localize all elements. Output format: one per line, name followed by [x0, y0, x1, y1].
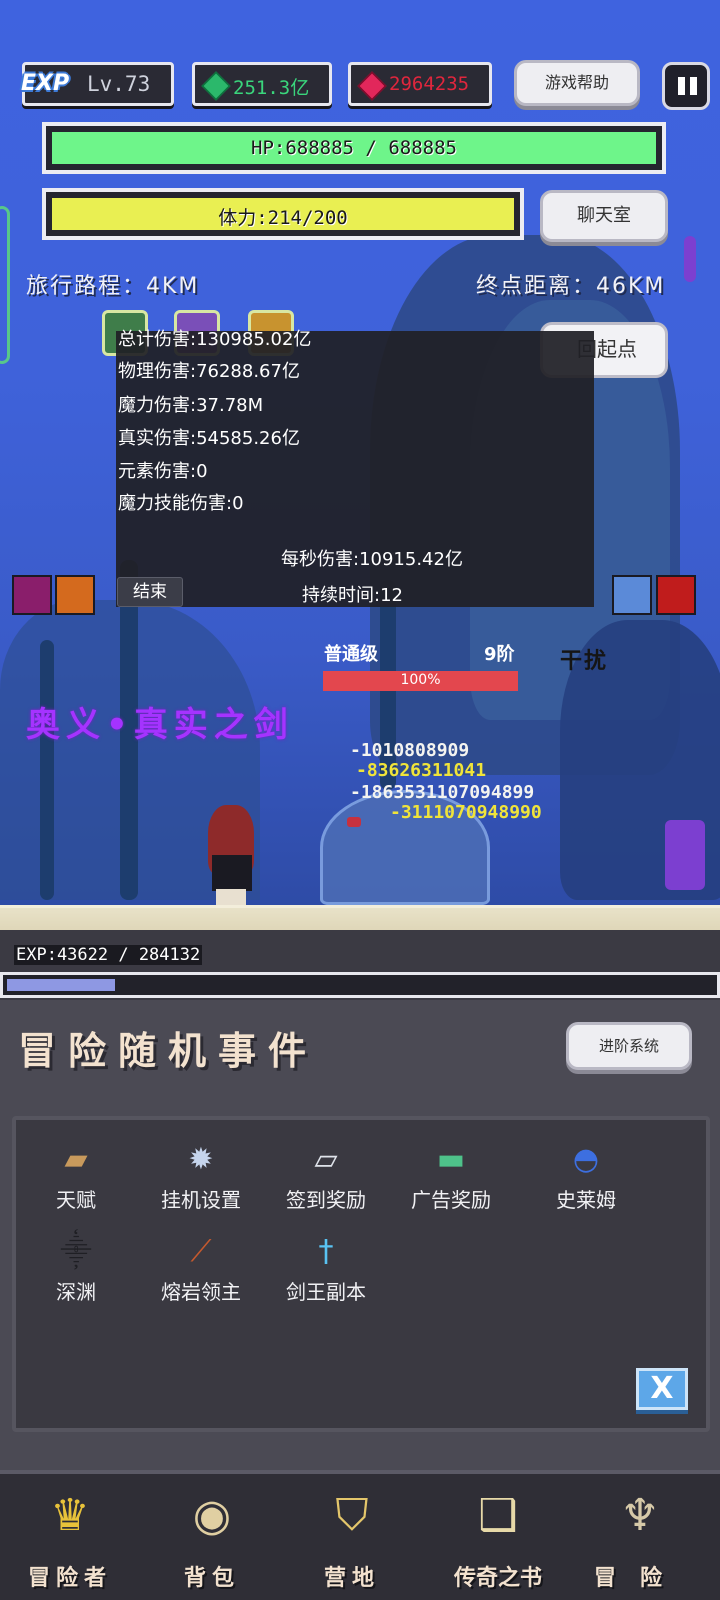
destination-distance: 终点距离：46KM [476, 274, 666, 299]
enemy-tier: 9阶 [484, 644, 515, 665]
ruby-amount: 2964235 [389, 73, 470, 95]
buff-claw-icon [656, 575, 696, 615]
purple-coral [684, 236, 696, 282]
event-title: 冒险随机事件 [18, 1029, 319, 1073]
level-text: Lv.73 [87, 72, 151, 96]
nav-camp[interactable]: ⛉ 营地 [292, 1484, 412, 1592]
blue-sword-icon: † [318, 1234, 334, 1269]
pause-icon [690, 77, 697, 95]
damage-number-cloud: -1010808909 -83626311041 -18635311070948… [350, 740, 670, 830]
adventure-sword-icon: ♆ [620, 1490, 660, 1541]
chat-room-button[interactable]: 聊天室 [540, 190, 668, 242]
enemy-status: 干扰 [560, 649, 609, 674]
floating-damage-number: -1863531107094899 [350, 782, 535, 803]
buff-cross-icon [612, 575, 652, 615]
pause-button[interactable] [662, 62, 710, 110]
event-item-ad-reward[interactable]: ▬ 广告奖励 [391, 1140, 511, 1213]
sword-icon: ⟋ [190, 1234, 212, 1269]
event-item-talent[interactable]: ▰ 天赋 [16, 1140, 136, 1213]
buff-boot-icon [12, 575, 52, 615]
damage-stats-panel: 总计伤害:130985.02亿 物理伤害:76288.67亿 魔力伤害:37.7… [116, 329, 594, 607]
side-drawer-tab[interactable] [0, 206, 10, 364]
enemy-hp-percent: 100% [400, 672, 441, 688]
bottom-navigation: ♛ 冒险者 ◉ 背包 ⛉ 营地 ❑ 传奇之书 ♆ 冒险 [0, 1470, 720, 1600]
end-button[interactable]: 结束 [117, 577, 183, 607]
legend-book-icon: ❑ [478, 1490, 518, 1541]
exp-progress-text: EXP:43622 / 284132 [14, 945, 203, 965]
game-help-button[interactable]: 游戏帮助 [514, 60, 640, 106]
true-damage: 真实伤害:54585.26亿 [118, 428, 300, 449]
stamina-bar: 体力:214/200 [42, 188, 524, 240]
event-item-sword-king-dungeon[interactable]: † 剑王副本 [266, 1232, 386, 1305]
chest-icon: ▬ [436, 1142, 466, 1177]
camp-icon: ⛉ [335, 1490, 369, 1541]
ruby-icon [357, 71, 387, 101]
skill-name-banner: 奥义•真实之剑 [26, 705, 294, 745]
enemy-hp-bar: 100% [323, 671, 518, 691]
physical-damage: 物理伤害:76288.67亿 [118, 361, 300, 382]
emerald-icon [201, 71, 231, 101]
gear-icon: ✹ [188, 1142, 214, 1177]
exp-bar [0, 972, 720, 998]
magic-damage: 魔力伤害:37.78M [118, 395, 264, 416]
enemy-rank: 普通级 [324, 644, 378, 665]
nav-adventurer[interactable]: ♛ 冒险者 [10, 1484, 130, 1592]
player-character [198, 805, 268, 907]
bag-icon: ◉ [192, 1490, 232, 1541]
exp-badge: EXP [21, 71, 70, 96]
event-item-sign-in-reward[interactable]: ▱ 签到奖励 [266, 1140, 386, 1213]
helmet-icon: ♛ [50, 1490, 90, 1541]
travel-distance: 旅行路程：4KM [26, 274, 200, 299]
sand-ground [0, 905, 720, 930]
floating-damage-number: -1010808909 [350, 740, 470, 761]
gem-amount: 251.3亿 [233, 77, 310, 99]
ruby-currency: 2964235 [348, 62, 492, 106]
damage-per-second: 每秒伤害:10915.42亿 [281, 549, 463, 570]
crow-icon: ⸎ [60, 1234, 92, 1269]
slime-icon: ◓ [572, 1142, 600, 1177]
elemental-damage: 元素伤害:0 [118, 461, 208, 482]
purple-coral [665, 820, 705, 890]
total-damage: 总计伤害:130985.02亿 [118, 329, 312, 350]
gem-currency: 251.3亿 [192, 62, 332, 106]
stamina-text: 体力:214/200 [218, 207, 348, 229]
close-button[interactable]: X [636, 1368, 688, 1410]
floating-damage-number: -3111070948990 [390, 802, 542, 823]
event-grid: ▰ 天赋 ✹ 挂机设置 ▱ 签到奖励 ▬ 广告奖励 ◓ 史莱姆 ⸎ 深渊 ⟋ 熔… [12, 1116, 710, 1432]
seaweed [40, 640, 54, 900]
scroll-icon: ▱ [314, 1142, 338, 1177]
hp-bar: HP:688885 / 688885 [42, 122, 666, 174]
nav-adventure[interactable]: ♆ 冒险 [580, 1484, 700, 1592]
buff-weapon-icon [55, 575, 95, 615]
event-item-lava-lord[interactable]: ⟋ 熔岩领主 [141, 1232, 261, 1305]
nav-backpack[interactable]: ◉ 背包 [152, 1484, 272, 1592]
event-item-abyss[interactable]: ⸎ 深渊 [16, 1232, 136, 1305]
event-item-slime[interactable]: ◓ 史莱姆 [526, 1140, 646, 1213]
nav-legend-book[interactable]: ❑ 传奇之书 [438, 1484, 558, 1592]
magic-skill-damage: 魔力技能伤害:0 [118, 493, 244, 514]
event-item-idle-settings[interactable]: ✹ 挂机设置 [141, 1140, 261, 1213]
duration: 持续时间:12 [302, 585, 403, 606]
hp-text: HP:688885 / 688885 [251, 137, 457, 159]
pause-icon [678, 77, 685, 95]
book-icon: ▰ [64, 1142, 88, 1177]
exp-bar-fill [7, 979, 115, 991]
floating-damage-number: -83626311041 [356, 760, 487, 781]
advance-system-button[interactable]: 进阶系统 [566, 1022, 692, 1070]
level-display: EXP Lv.73 [21, 62, 174, 106]
